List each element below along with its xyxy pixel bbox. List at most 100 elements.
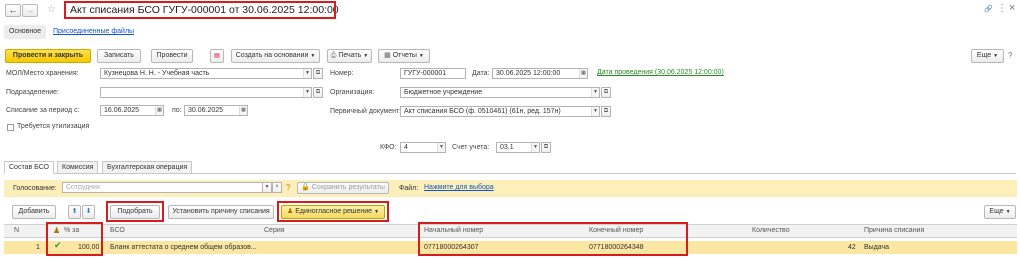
column-reason[interactable]: Причина списания xyxy=(864,225,924,237)
pick-button[interactable]: Подобрать xyxy=(110,205,160,219)
unanimous-decision-button[interactable]: ♟ Единогласное решение ▼ xyxy=(281,205,385,219)
open-department-button[interactable]: ⧉ xyxy=(313,87,323,98)
add-button[interactable]: Добавить xyxy=(12,205,56,219)
chevron-down-icon: ▼ xyxy=(418,53,424,59)
date-value: 30.06.2025 12:00:00 xyxy=(496,70,561,77)
chevron-down-icon[interactable]: ▼ xyxy=(437,143,445,152)
row-start-number: 07718000264307 xyxy=(424,244,479,251)
kfo-value: 4 xyxy=(404,144,408,151)
favorite-star-icon[interactable]: ☆ xyxy=(47,4,56,15)
tab-bso-composition[interactable]: Состав БСО xyxy=(4,161,54,174)
chevron-down-icon[interactable]: ▼ xyxy=(531,143,539,152)
file-choose-link[interactable]: Нажмите для выбора xyxy=(424,184,494,191)
chevron-down-icon[interactable]: ▼ xyxy=(303,88,311,97)
move-up-button[interactable]: ⬆ xyxy=(68,205,81,219)
calendar-icon[interactable]: ▦ xyxy=(155,106,163,115)
open-primary-doc-button[interactable]: ⧉ xyxy=(601,106,611,117)
reports-button[interactable]: ▦ Отчеты ▼ xyxy=(378,49,430,63)
open-account-button[interactable]: ⧉ xyxy=(541,142,551,153)
print-label: Печать xyxy=(338,52,362,59)
mol-value: Кузнецова Н. Н. - Учебная часть xyxy=(104,70,210,77)
close-icon[interactable]: × xyxy=(1009,2,1015,14)
post-and-close-button[interactable]: Провести и закрыть xyxy=(5,49,91,63)
primary-doc-label: Первичный документ: xyxy=(330,108,402,115)
forward-button[interactable]: → xyxy=(22,4,38,17)
calendar-icon[interactable]: ▦ xyxy=(239,106,247,115)
subtab-files[interactable]: Присоединенные файлы xyxy=(53,28,134,35)
print-button[interactable]: ⎙ Печать ▼ xyxy=(327,49,372,63)
period-from-field[interactable]: 16.06.2025 ▦ xyxy=(100,105,164,116)
kfo-label: КФО: xyxy=(380,144,397,151)
back-button[interactable]: ← xyxy=(5,4,21,17)
period-to-value: 30.06.2025 xyxy=(188,107,224,114)
organization-value: Бюджетное учреждение xyxy=(404,89,483,96)
chevron-down-icon[interactable]: ▼ xyxy=(591,107,599,116)
reports-icon: ▦ xyxy=(384,52,391,59)
row-number: 1 xyxy=(36,244,40,251)
more-button[interactable]: Еще ▼ xyxy=(971,49,1004,63)
unanimous-decision-label: Единогласное решение xyxy=(295,208,373,215)
people-icon: ♟ xyxy=(286,208,294,215)
column-start-number[interactable]: Начальный номер xyxy=(424,225,483,237)
posting-date-link[interactable]: Дата проведения (30.06.2025 12:00:00) xyxy=(597,69,724,76)
organization-field[interactable]: Бюджетное учреждение ▼ xyxy=(400,87,600,98)
voting-dropdown-button[interactable]: ▼ xyxy=(262,182,272,193)
document-movements-icon[interactable]: ▤ xyxy=(210,49,224,63)
set-reason-button[interactable]: Установить причину списания xyxy=(168,205,274,219)
date-field[interactable]: 30.06.2025 12:00:00 ▦ xyxy=(492,68,588,79)
open-mol-button[interactable]: ⧉ xyxy=(313,68,323,79)
column-n[interactable]: N xyxy=(14,225,19,237)
mol-field[interactable]: Кузнецова Н. Н. - Учебная часть ▼ xyxy=(100,68,312,79)
tab-accounting-operation[interactable]: Бухгалтерская операция xyxy=(102,161,193,174)
department-field[interactable]: ▼ xyxy=(100,87,312,98)
open-organization-button[interactable]: ⧉ xyxy=(601,87,611,98)
row-reason: Выдача xyxy=(864,244,890,251)
create-based-on-button[interactable]: Создать на основании ▼ xyxy=(231,49,320,63)
row-percent: 100,00 xyxy=(78,244,100,251)
voting-label: Голосование: xyxy=(13,185,57,192)
save-results-label: Сохранить результаты xyxy=(311,184,385,191)
account-field[interactable]: 03.1 ▼ xyxy=(496,142,540,153)
subtab-main-label: Основное xyxy=(9,28,42,35)
save-button[interactable]: Записать xyxy=(97,49,141,63)
column-series[interactable]: Серия xyxy=(264,225,285,237)
save-results-button[interactable]: 🔒 Сохранить результаты xyxy=(297,182,389,194)
table-more-label: Еще xyxy=(989,208,1004,215)
printer-icon: ⎙ xyxy=(330,52,337,59)
account-label: Счет учета: xyxy=(452,144,490,151)
column-bso[interactable]: БСО xyxy=(110,225,125,237)
voting-clear-button[interactable]: × xyxy=(272,182,282,193)
period-from-value: 16.06.2025 xyxy=(104,107,140,114)
more-menu-icon[interactable]: ⋮ xyxy=(997,3,1007,14)
tab-commission[interactable]: Комиссия xyxy=(57,161,99,174)
row-end-number: 07718000264348 xyxy=(589,244,644,251)
post-button[interactable]: Провести xyxy=(151,49,193,63)
calendar-icon[interactable]: ▦ xyxy=(579,69,587,78)
row-quantity: 42 xyxy=(848,244,856,251)
chevron-down-icon: ▼ xyxy=(363,53,369,59)
question-icon[interactable]: ? xyxy=(286,183,290,192)
primary-doc-field[interactable]: Акт списания БСО (ф. 0510461) (61н, ред.… xyxy=(400,106,600,117)
column-end-number[interactable]: Конечный номер xyxy=(589,225,643,237)
column-percent[interactable]: % за xyxy=(64,225,79,237)
vote-people-icon: ♟ xyxy=(53,226,61,235)
move-down-button[interactable]: ⬇ xyxy=(82,205,95,219)
chevron-down-icon[interactable]: ▼ xyxy=(303,69,311,78)
period-label: Списание за период с: xyxy=(6,107,80,114)
check-icon: ✔ xyxy=(54,240,62,250)
kfo-field[interactable]: 4 ▼ xyxy=(400,142,446,153)
period-to-field[interactable]: 30.06.2025 ▦ xyxy=(184,105,248,116)
lock-icon: 🔒 xyxy=(301,184,310,191)
help-button[interactable]: ? xyxy=(1008,49,1019,63)
period-to-label: по: xyxy=(172,107,182,114)
link-icon[interactable]: 🔗 xyxy=(984,5,993,13)
more-label: Еще xyxy=(976,52,992,59)
account-value: 03.1 xyxy=(500,144,514,151)
table-more-button[interactable]: Еще ▼ xyxy=(984,205,1016,219)
voting-employee-field[interactable]: Сотрудник xyxy=(62,182,268,193)
number-field[interactable]: ГУГУ-000001 xyxy=(400,68,466,79)
disposal-checkbox[interactable] xyxy=(7,124,14,131)
chevron-down-icon[interactable]: ▼ xyxy=(591,88,599,97)
column-quantity[interactable]: Количество xyxy=(752,225,790,237)
file-label: Файл: xyxy=(399,185,419,192)
